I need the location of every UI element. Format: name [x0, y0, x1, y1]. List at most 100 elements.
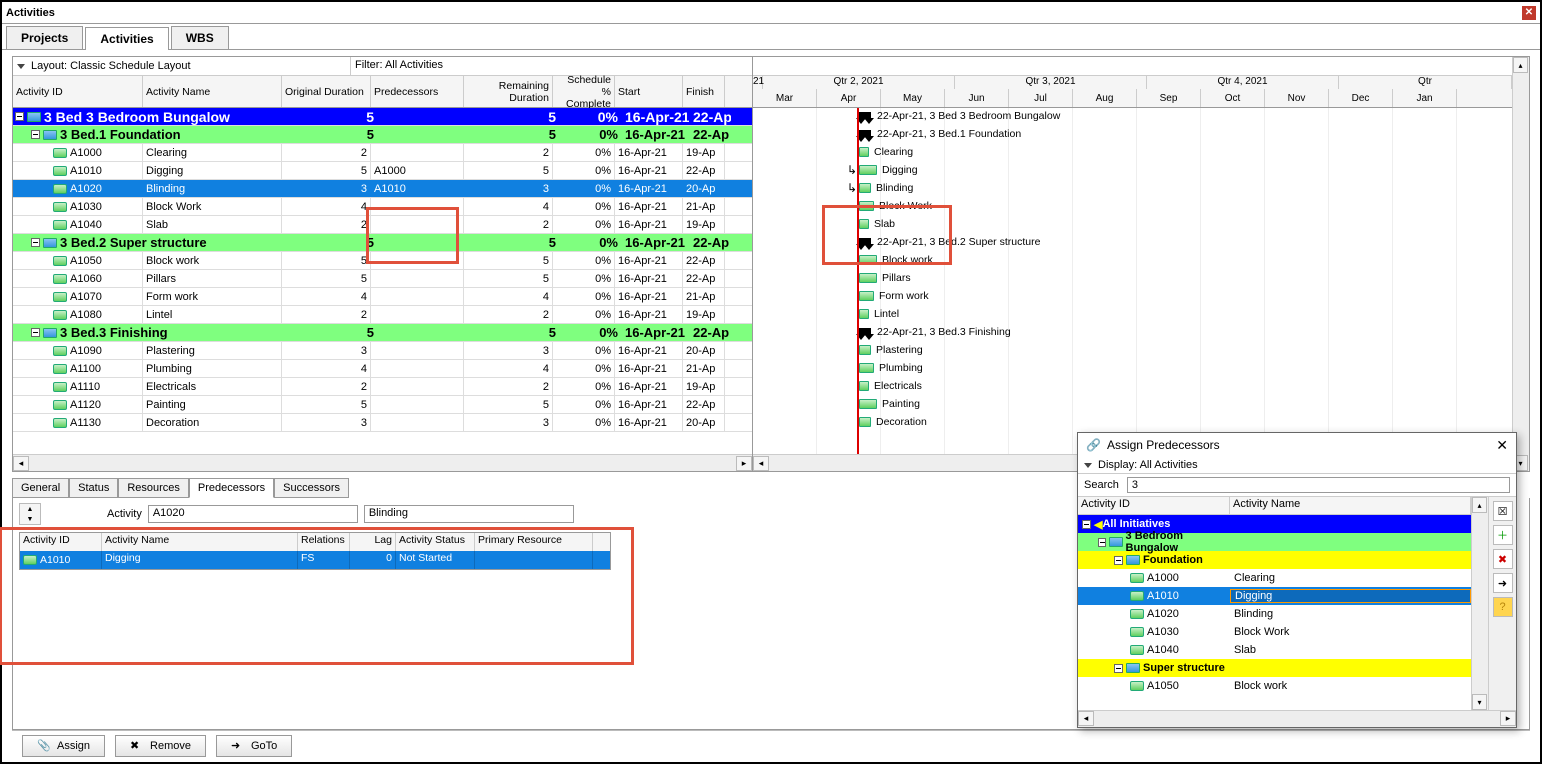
- pcol-id[interactable]: Activity ID: [20, 533, 102, 551]
- grid-row[interactable]: A1090Plastering330%16-Apr-2120-Ap: [13, 342, 752, 360]
- tab-wbs[interactable]: WBS: [171, 26, 229, 49]
- grid-row[interactable]: A1030Block Work440%16-Apr-2121-Ap: [13, 198, 752, 216]
- dialog-tree-row[interactable]: A1030Block Work: [1078, 623, 1471, 641]
- grid-row[interactable]: A1010Digging5A100050%16-Apr-2122-Ap: [13, 162, 752, 180]
- col-start[interactable]: Start: [615, 76, 683, 107]
- grid-row[interactable]: A1040Slab220%16-Apr-2119-Ap: [13, 216, 752, 234]
- tab-activities[interactable]: Activities: [85, 27, 168, 50]
- pcol-rel[interactable]: Relations: [298, 533, 350, 551]
- remove-button[interactable]: ✖Remove: [115, 735, 206, 757]
- scroll-left-icon[interactable]: ◂: [13, 456, 29, 471]
- gantt-row[interactable]: Lintel: [753, 306, 1512, 324]
- dialog-tree-row[interactable]: A1050Block work: [1078, 677, 1471, 695]
- grid-row[interactable]: A1130Decoration330%16-Apr-2120-Ap: [13, 414, 752, 432]
- scroll-down-icon[interactable]: ▾: [1472, 694, 1487, 710]
- spinner-icon[interactable]: ▲▼: [19, 503, 41, 525]
- dialog-tree-row[interactable]: A1010Digging: [1078, 587, 1471, 605]
- grid-row[interactable]: A1060Pillars550%16-Apr-2122-Ap: [13, 270, 752, 288]
- grid-row[interactable]: A1070Form work440%16-Apr-2121-Ap: [13, 288, 752, 306]
- gantt-row[interactable]: Plastering: [753, 342, 1512, 360]
- scroll-up-icon[interactable]: ▴: [1513, 57, 1528, 73]
- activity-name-field[interactable]: Blinding: [364, 505, 574, 523]
- gantt-row[interactable]: 22-Apr-21, 3 Bed.1 Foundation: [753, 126, 1512, 144]
- gantt-row[interactable]: Plumbing: [753, 360, 1512, 378]
- gantt-row[interactable]: 22-Apr-21, 3 Bed.2 Super structure: [753, 234, 1512, 252]
- detail-tab-successors[interactable]: Successors: [274, 478, 349, 498]
- grid-row[interactable]: 3 Bed.1 Foundation550%16-Apr-2122-Ap: [13, 126, 752, 144]
- dcol-name[interactable]: Activity Name: [1230, 497, 1471, 514]
- detail-tab-general[interactable]: General: [12, 478, 69, 498]
- gantt-row[interactable]: Electricals: [753, 378, 1512, 396]
- gantt-row[interactable]: Pillars: [753, 270, 1512, 288]
- dialog-tree-row[interactable]: A1020Blinding: [1078, 605, 1471, 623]
- grid-row[interactable]: A1100Plumbing440%16-Apr-2121-Ap: [13, 360, 752, 378]
- dialog-goto-button[interactable]: ➜: [1493, 573, 1513, 593]
- dialog-hscroll[interactable]: ◂ ▸: [1078, 710, 1516, 727]
- gantt-row[interactable]: 22-Apr-21, 3 Bed 3 Bedroom Bungalow: [753, 108, 1512, 126]
- layout-dropdown[interactable]: Layout: Classic Schedule Layout: [13, 57, 351, 75]
- grid-row[interactable]: A1050Block work550%16-Apr-2122-Ap: [13, 252, 752, 270]
- dialog-help-button[interactable]: ?: [1493, 597, 1513, 617]
- grid-row[interactable]: 3 Bed 3 Bedroom Bungalow550%16-Apr-2122-…: [13, 108, 752, 126]
- scroll-right-icon[interactable]: ▸: [1500, 711, 1516, 726]
- tab-projects[interactable]: Projects: [6, 26, 83, 49]
- gantt-row[interactable]: Decoration: [753, 414, 1512, 432]
- gantt-row[interactable]: Block Work: [753, 198, 1512, 216]
- grid-row[interactable]: 3 Bed.2 Super structure550%16-Apr-2122-A…: [13, 234, 752, 252]
- dialog-vscroll[interactable]: ▴ ▾: [1471, 497, 1488, 710]
- col-predecessors[interactable]: Predecessors: [371, 76, 464, 107]
- activity-id-field[interactable]: A1020: [148, 505, 358, 523]
- goto-button[interactable]: ➜GoTo: [216, 735, 292, 757]
- dialog-tree-row[interactable]: Super structure: [1078, 659, 1471, 677]
- detail-tab-predecessors[interactable]: Predecessors: [189, 478, 274, 498]
- grid-row[interactable]: A1000Clearing220%16-Apr-2119-Ap: [13, 144, 752, 162]
- pcol-lag[interactable]: Lag: [350, 533, 396, 551]
- dialog-tree-row[interactable]: 3 Bedroom Bungalow: [1078, 533, 1471, 551]
- dcol-id[interactable]: Activity ID: [1078, 497, 1230, 514]
- gantt-row[interactable]: 22-Apr-21, 3 Bed.3 Finishing: [753, 324, 1512, 342]
- gantt-row[interactable]: Blinding↳: [753, 180, 1512, 198]
- grid-row[interactable]: A1020Blinding3A101030%16-Apr-2120-Ap: [13, 180, 752, 198]
- col-schedule-complete[interactable]: Schedule % Complete: [553, 76, 615, 107]
- gantt-row[interactable]: Slab: [753, 216, 1512, 234]
- scroll-right-icon[interactable]: ▸: [736, 456, 752, 471]
- pcol-name[interactable]: Activity Name: [102, 533, 298, 551]
- month-header: Jun: [945, 89, 1009, 107]
- scroll-left-icon[interactable]: ◂: [1078, 711, 1094, 726]
- col-remaining-duration[interactable]: Remaining Duration: [464, 76, 553, 107]
- grid-row[interactable]: A1110Electricals220%16-Apr-2119-Ap: [13, 378, 752, 396]
- gantt-row[interactable]: Form work: [753, 288, 1512, 306]
- filter-label[interactable]: Filter: All Activities: [351, 57, 752, 75]
- grid-row[interactable]: 3 Bed.3 Finishing550%16-Apr-2122-Ap: [13, 324, 752, 342]
- grid-hscroll[interactable]: ◂ ▸: [13, 454, 752, 471]
- pcol-status[interactable]: Activity Status: [396, 533, 475, 551]
- gantt-row[interactable]: Block work: [753, 252, 1512, 270]
- col-finish[interactable]: Finish: [683, 76, 725, 107]
- grid-row[interactable]: A1080Lintel220%16-Apr-2119-Ap: [13, 306, 752, 324]
- predecessor-row[interactable]: A1010 Digging FS 0 Not Started: [20, 551, 610, 569]
- col-activity-name[interactable]: Activity Name: [143, 76, 282, 107]
- gantt-row[interactable]: Painting: [753, 396, 1512, 414]
- dialog-close-button[interactable]: ☒: [1493, 501, 1513, 521]
- gantt-row[interactable]: Clearing: [753, 144, 1512, 162]
- dialog-tree-row[interactable]: A1040Slab: [1078, 641, 1471, 659]
- dialog-tree-row[interactable]: Foundation: [1078, 551, 1471, 569]
- vertical-scrollbar[interactable]: ▴ ▾: [1512, 57, 1529, 471]
- display-dropdown[interactable]: Display: All Activities: [1078, 457, 1516, 474]
- assign-button[interactable]: 📎Assign: [22, 735, 105, 757]
- dialog-tree-row[interactable]: A1000Clearing: [1078, 569, 1471, 587]
- close-icon[interactable]: ✕: [1496, 437, 1508, 454]
- col-original-duration[interactable]: Original Duration: [282, 76, 371, 107]
- detail-tab-status[interactable]: Status: [69, 478, 118, 498]
- col-activity-id[interactable]: Activity ID: [13, 76, 143, 107]
- pcol-resource[interactable]: Primary Resource: [475, 533, 593, 551]
- dialog-add-button[interactable]: ＋: [1493, 525, 1513, 545]
- detail-tab-resources[interactable]: Resources: [118, 478, 189, 498]
- search-input[interactable]: [1127, 477, 1510, 493]
- grid-row[interactable]: A1120Painting550%16-Apr-2122-Ap: [13, 396, 752, 414]
- dialog-remove-button[interactable]: ✖: [1493, 549, 1513, 569]
- gantt-row[interactable]: Digging↳: [753, 162, 1512, 180]
- scroll-up-icon[interactable]: ▴: [1472, 497, 1487, 513]
- close-icon[interactable]: ✕: [1522, 6, 1536, 20]
- scroll-left-icon[interactable]: ◂: [753, 456, 769, 471]
